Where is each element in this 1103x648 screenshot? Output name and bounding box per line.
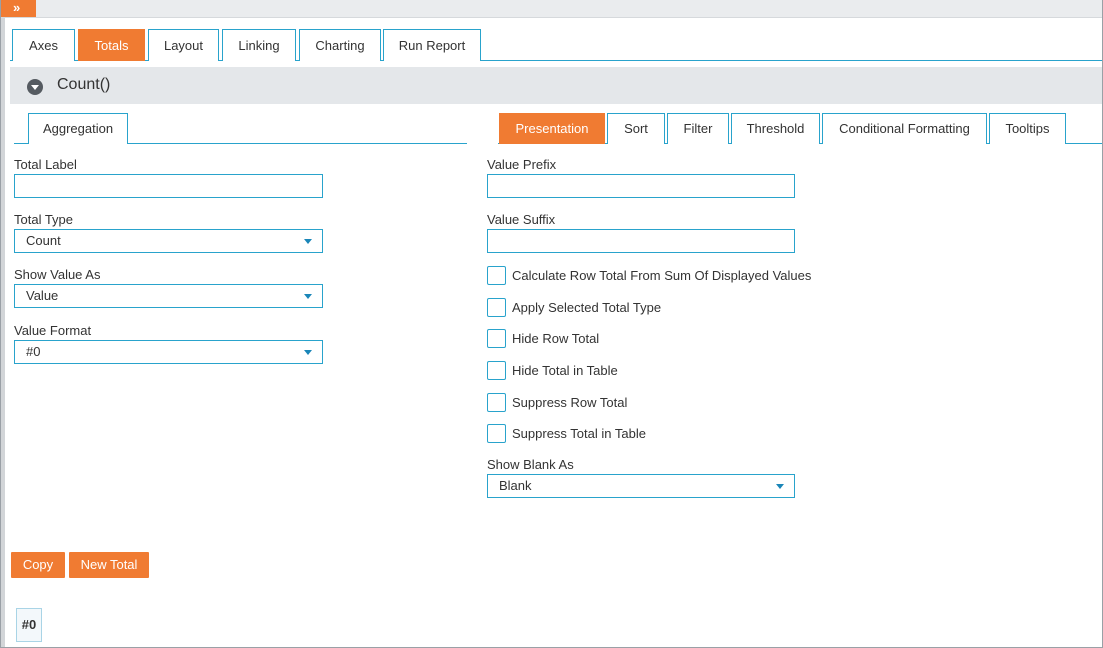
expand-panel-button[interactable]: »	[1, 0, 36, 17]
show-blank-as-select[interactable]: Blank	[487, 474, 795, 498]
right-sub-tab-bar: Presentation Sort Filter Threshold Condi…	[498, 113, 1102, 144]
value-suffix-input[interactable]	[487, 229, 795, 253]
tab-presentation[interactable]: Presentation	[499, 113, 605, 144]
show-value-as-select[interactable]: Value	[14, 284, 323, 308]
show-blank-as-value: Blank	[499, 478, 532, 493]
calc-row-total-checkbox[interactable]	[487, 266, 506, 285]
new-total-button[interactable]: New Total	[69, 552, 149, 578]
left-rail	[1, 18, 5, 647]
checkbox-label: Hide Row Total	[512, 331, 600, 346]
chevron-down-icon	[304, 294, 312, 299]
checkbox-label: Hide Total in Table	[512, 363, 618, 378]
checkbox-label: Suppress Total in Table	[512, 426, 646, 441]
left-sub-tab-bar: Aggregation	[14, 113, 467, 144]
total-section-header[interactable]: Count()	[10, 67, 1102, 104]
tab-sort[interactable]: Sort	[607, 113, 665, 144]
checkbox-label: Calculate Row Total From Sum Of Displaye…	[512, 268, 812, 283]
suppress-total-in-table-checkbox[interactable]	[487, 424, 506, 443]
chevron-down-icon	[304, 239, 312, 244]
value-suffix-label: Value Suffix	[487, 212, 556, 227]
total-label-label: Total Label	[14, 157, 77, 172]
show-value-as-value: Value	[26, 288, 59, 303]
apply-total-type-checkbox[interactable]	[487, 298, 506, 317]
copy-button[interactable]: Copy	[11, 552, 65, 578]
collapse-icon[interactable]	[27, 79, 43, 95]
tab-conditional-formatting[interactable]: Conditional Formatting	[822, 113, 987, 144]
show-blank-as-label: Show Blank As	[487, 457, 574, 472]
total-type-select[interactable]: Count	[14, 229, 323, 253]
tab-linking[interactable]: Linking	[222, 29, 296, 61]
total-type-value: Count	[26, 233, 61, 248]
value-format-value: #0	[26, 344, 41, 359]
tab-tooltips[interactable]: Tooltips	[989, 113, 1066, 144]
tab-aggregation[interactable]: Aggregation	[28, 113, 128, 144]
tab-totals[interactable]: Totals	[78, 29, 145, 61]
value-prefix-input[interactable]	[487, 174, 795, 198]
suppress-row-total-checkbox[interactable]	[487, 393, 506, 412]
section-title: Count()	[57, 76, 111, 93]
tab-charting[interactable]: Charting	[299, 29, 381, 61]
value-format-label: Value Format	[14, 323, 92, 338]
tab-layout[interactable]: Layout	[148, 29, 219, 61]
format-preview[interactable]: #0	[16, 608, 42, 642]
tab-axes[interactable]: Axes	[12, 29, 75, 61]
total-type-label: Total Type	[14, 212, 74, 227]
tab-run-report[interactable]: Run Report	[383, 29, 481, 61]
value-format-select[interactable]: #0	[14, 340, 323, 364]
top-toolbar: »	[1, 0, 1102, 18]
show-value-as-label: Show Value As	[14, 267, 101, 282]
tab-threshold[interactable]: Threshold	[731, 113, 820, 144]
value-prefix-label: Value Prefix	[487, 157, 557, 172]
total-label-input[interactable]	[14, 174, 323, 198]
hide-total-in-table-checkbox[interactable]	[487, 361, 506, 380]
chevron-down-icon	[304, 350, 312, 355]
checkbox-label: Apply Selected Total Type	[512, 300, 662, 315]
tab-filter[interactable]: Filter	[667, 113, 729, 144]
checkbox-label: Suppress Row Total	[512, 395, 628, 410]
chevron-down-icon	[776, 484, 784, 489]
hide-row-total-checkbox[interactable]	[487, 329, 506, 348]
main-tab-bar: Axes Totals Layout Linking Charting Run …	[10, 29, 1102, 61]
